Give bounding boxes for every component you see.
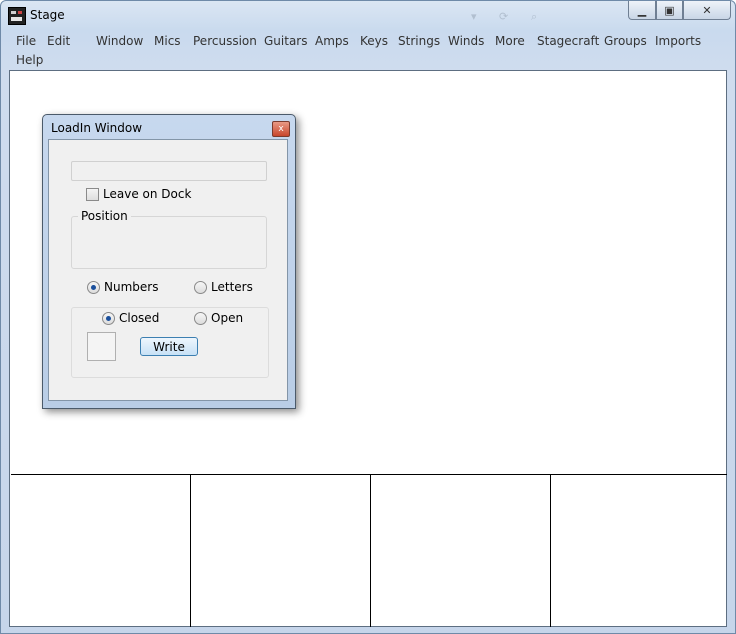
search-box: ▾ ⟳ ⌕ (471, 8, 581, 26)
close-icon: ✕ (702, 3, 712, 17)
stage-app-icon[interactable] (8, 7, 26, 25)
dialog-title: LoadIn Window (51, 121, 143, 135)
menu-file[interactable]: File (16, 34, 36, 48)
closed-radio[interactable] (102, 312, 115, 325)
leave-on-dock-checkbox[interactable] (86, 188, 99, 201)
menu-groups[interactable]: Groups (604, 34, 647, 48)
menu-keys[interactable]: Keys (360, 34, 388, 48)
loadin-dialog: LoadIn Window x Leave on Dock Position N… (42, 114, 296, 409)
numbers-radio[interactable] (87, 281, 100, 294)
chevron-down-icon: ▾ (471, 10, 477, 23)
minimize-button[interactable]: ▁ (628, 1, 656, 20)
closed-label: Closed (119, 311, 160, 325)
menu-winds[interactable]: Winds (448, 34, 484, 48)
menu-percussion[interactable]: Percussion (193, 34, 257, 48)
refresh-icon: ⟳ (499, 10, 509, 23)
menu-stagecraft[interactable]: Stagecraft (537, 34, 599, 48)
menu-bar: File Edit Window Mics Percussion Guitars… (9, 31, 729, 69)
menu-imports[interactable]: Imports (655, 34, 701, 48)
window-title: Stage (30, 8, 65, 22)
numbers-label: Numbers (104, 280, 159, 294)
color-swatch[interactable] (87, 332, 116, 361)
dialog-body: Leave on Dock Position Numbers Letters C… (48, 139, 288, 401)
menu-edit[interactable]: Edit (47, 34, 70, 48)
bottom-pane-4[interactable] (551, 475, 727, 627)
menu-help[interactable]: Help (16, 53, 43, 67)
loadin-field[interactable] (71, 161, 267, 181)
menu-mics[interactable]: Mics (154, 34, 181, 48)
maximize-icon: ▣ (664, 3, 675, 17)
open-radio[interactable] (194, 312, 207, 325)
position-group (71, 216, 267, 269)
menu-more[interactable]: More (495, 34, 525, 48)
search-icon: ⌕ (531, 10, 538, 23)
letters-label: Letters (211, 280, 253, 294)
bottom-pane-1[interactable] (11, 475, 191, 627)
bottom-panels (11, 474, 727, 627)
stage-window: Stage ▾ ⟳ ⌕ ▁ ▣ ✕ File Edit Window Mics … (0, 0, 736, 634)
menu-guitars[interactable]: Guitars (264, 34, 307, 48)
bottom-pane-3[interactable] (371, 475, 551, 627)
open-label: Open (211, 311, 244, 325)
close-button[interactable]: ✕ (683, 1, 731, 20)
minimize-icon: ▁ (637, 3, 647, 17)
title-bar[interactable]: Stage ▾ ⟳ ⌕ ▁ ▣ ✕ (1, 1, 735, 31)
dialog-close-button[interactable]: x (272, 121, 290, 137)
menu-strings[interactable]: Strings (398, 34, 440, 48)
letters-radio[interactable] (194, 281, 207, 294)
bottom-pane-2[interactable] (191, 475, 371, 627)
position-label: Position (78, 209, 131, 223)
leave-on-dock-label: Leave on Dock (103, 187, 192, 201)
close-icon: x (278, 124, 284, 134)
menu-amps[interactable]: Amps (315, 34, 349, 48)
menu-window[interactable]: Window (96, 34, 143, 48)
write-button[interactable]: Write (140, 337, 198, 356)
maximize-button[interactable]: ▣ (656, 1, 683, 20)
